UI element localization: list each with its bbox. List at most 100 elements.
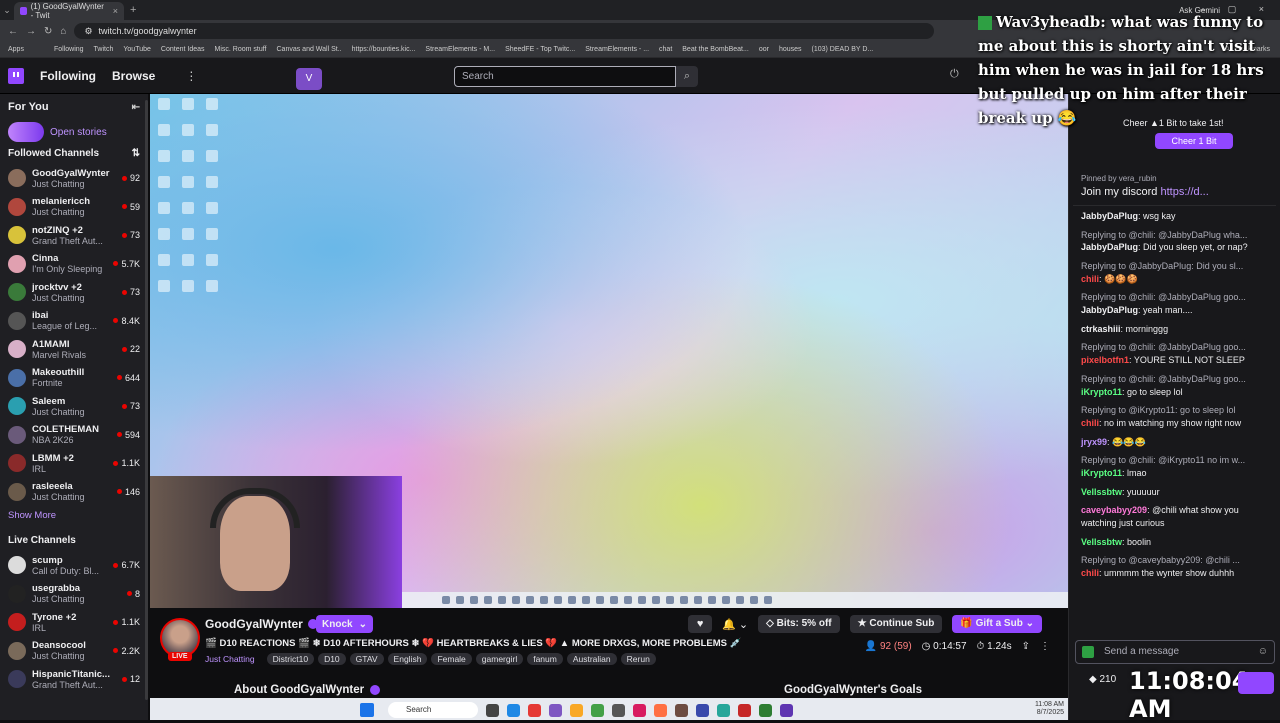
chat-username[interactable]: Vellssbtw — [1081, 537, 1122, 547]
app-icon[interactable] — [633, 703, 646, 717]
browser-tab[interactable]: (1) GoodGyalWynter - Twit × — [14, 2, 124, 20]
address-bar[interactable]: ⚙ twitch.tv/goodgyalwynter — [74, 23, 935, 39]
chat-username[interactable]: JabbyDaPlug — [1081, 242, 1138, 252]
chat-input[interactable]: Send a message ☺ — [1075, 640, 1275, 664]
category-link[interactable]: Just Chatting — [205, 654, 255, 664]
vtuber-badge[interactable]: V — [296, 68, 322, 90]
stream-tag[interactable]: Female — [431, 653, 472, 665]
app-icon[interactable] — [696, 703, 709, 717]
search-icon[interactable]: ⌕ — [676, 66, 698, 87]
site-info-icon[interactable]: ⚙ — [84, 26, 92, 37]
channel-item[interactable]: ibai League of Leg... 8.4K — [0, 307, 148, 336]
pinned-link[interactable]: https://d... — [1160, 186, 1208, 198]
folder-icon[interactable] — [570, 703, 583, 717]
chrome-icon[interactable] — [528, 703, 541, 717]
discord-icon[interactable] — [549, 703, 562, 717]
app-icon[interactable] — [738, 703, 751, 717]
stream-tag[interactable]: gamergirl — [475, 653, 524, 665]
stream-tag[interactable]: D10 — [318, 653, 346, 665]
notification-bell-icon[interactable]: 🔔 ⌄ — [722, 618, 748, 631]
channel-item[interactable]: Saleem Just Chatting 73 — [0, 392, 148, 421]
chat-username[interactable]: pixelbotfn1 — [1081, 355, 1129, 365]
channel-item[interactable]: GoodGyalWynter Just Chatting 92 — [0, 164, 148, 193]
bookmark-item[interactable]: oor — [759, 46, 769, 53]
channel-item[interactable]: Makeouthill Fortnite 644 — [0, 364, 148, 393]
reply-context[interactable]: Replying to @chili: @iKrypto11 no im w..… — [1081, 454, 1272, 467]
stream-tag[interactable]: fanum — [527, 653, 563, 665]
following-link[interactable]: Following — [40, 69, 96, 83]
back-icon[interactable]: ← — [8, 26, 18, 37]
chat-username[interactable]: JabbyDaPlug — [1081, 211, 1138, 221]
chat-username[interactable]: JabbyDaPlug — [1081, 305, 1138, 315]
notification-icon[interactable]: ⏻ — [950, 68, 959, 81]
reply-context[interactable]: Replying to @caveybabyy209: @chili ... — [1081, 554, 1272, 567]
channel-points[interactable]: ◆ 210 — [1089, 674, 1116, 685]
reply-context[interactable]: Replying to @chili: @JabbyDaPlug goo... — [1081, 373, 1272, 386]
bookmark-item[interactable]: Canvas and Wall St.. — [277, 46, 342, 53]
bookmark-item[interactable]: Beat the BombBeat... — [682, 46, 749, 53]
more-options-icon[interactable]: ⋮ — [1040, 641, 1050, 652]
channel-item[interactable]: rasleeela Just Chatting 146 — [0, 478, 148, 507]
channel-item[interactable]: HispanicTitanic... Grand Theft Aut... 12 — [0, 665, 148, 694]
stream-tag[interactable]: Australian — [566, 653, 617, 665]
new-tab-icon[interactable]: + — [130, 4, 136, 16]
channel-item[interactable]: Deansocool Just Chatting 2.2K — [0, 637, 148, 666]
task-view-icon[interactable] — [486, 703, 499, 717]
cheer-button[interactable]: Cheer 1 Bit — [1155, 133, 1233, 149]
collapse-sidebar-icon[interactable]: ⇤ — [132, 102, 140, 113]
bookmark-item[interactable]: Content Ideas — [161, 46, 205, 53]
browse-link[interactable]: Browse — [112, 69, 155, 83]
reload-icon[interactable]: ↻ — [44, 26, 52, 37]
bookmark-item[interactable]: Apps — [8, 46, 24, 53]
chat-username[interactable]: Vellssbtw — [1081, 487, 1122, 497]
bookmark-item[interactable]: SheedFE - Top Twitc... — [505, 46, 575, 53]
chat-username[interactable]: jryx99 — [1081, 437, 1107, 447]
emote-picker-icon[interactable]: ☺ — [1258, 641, 1268, 663]
twitch-logo-icon[interactable] — [8, 67, 24, 84]
chat-username[interactable]: caveybabyy209 — [1081, 505, 1147, 515]
bookmark-item[interactable]: StreamElements - ... — [585, 46, 649, 53]
chat-username[interactable]: iKrypto11 — [1081, 387, 1122, 397]
chat-username[interactable]: chili — [1081, 418, 1099, 428]
channel-item[interactable]: jrocktvv +2 Just Chatting 73 — [0, 278, 148, 307]
streamer-name[interactable]: GoodGyalWynter — [205, 617, 303, 631]
app-icon[interactable] — [591, 703, 604, 717]
windows-start-icon[interactable] — [360, 703, 374, 717]
edge-icon[interactable] — [507, 703, 520, 717]
stream-tag[interactable]: Rerun — [620, 653, 656, 665]
chevron-down-icon[interactable]: ⌄ — [359, 619, 367, 630]
bookmark-item[interactable]: StreamElements - M... — [425, 46, 495, 53]
knock-button[interactable]: Knock ⌄ — [316, 615, 373, 633]
reply-context[interactable]: Replying to @chili: @JabbyDaPlug wha... — [1081, 229, 1272, 242]
video-player[interactable] — [150, 94, 1068, 608]
chat-username[interactable]: ctrkashiii — [1081, 324, 1121, 334]
bookmark-item[interactable]: (103) DEAD BY D... — [812, 46, 874, 53]
channel-item[interactable]: COLETHEMAN NBA 2K26 594 — [0, 421, 148, 450]
forward-icon[interactable]: → — [26, 26, 36, 37]
bookmark-item[interactable]: https://bounties.kic... — [352, 46, 416, 53]
stream-tag[interactable]: District10 — [266, 653, 315, 665]
chat-username[interactable]: iKrypto11 — [1081, 468, 1122, 478]
share-icon[interactable]: ⇪ — [1022, 641, 1030, 652]
stream-tag[interactable]: GTAV — [349, 653, 384, 665]
follow-heart-icon[interactable]: ♥ — [688, 615, 713, 633]
channel-item[interactable]: Tyrone +2 IRL 1.1K — [0, 608, 148, 637]
chat-send-button[interactable] — [1238, 672, 1274, 694]
reply-context[interactable]: Replying to @chili: @JabbyDaPlug goo... — [1081, 341, 1272, 354]
channel-item[interactable]: usegrabba Just Chatting 8 — [0, 580, 148, 609]
more-menu-icon[interactable]: ⋮ — [185, 69, 197, 83]
bookmark-item[interactable]: houses — [779, 46, 802, 53]
bookmark-item[interactable]: YouTube — [123, 46, 151, 53]
close-tab-icon[interactable]: × — [113, 6, 118, 16]
chat-username[interactable]: chili — [1081, 274, 1099, 284]
app-icon[interactable] — [780, 703, 793, 717]
open-stories[interactable]: Open stories — [0, 120, 148, 144]
bookmark-item[interactable]: Misc. Room stuff — [215, 46, 267, 53]
continue-sub-button[interactable]: ★ Continue Sub — [849, 615, 943, 633]
emote-icon[interactable] — [1082, 646, 1094, 658]
app-icon[interactable] — [654, 703, 667, 717]
gift-sub-button[interactable]: 🎁 Gift a Sub ⌄ — [952, 615, 1042, 633]
search-input[interactable]: Search — [454, 66, 676, 87]
reply-context[interactable]: Replying to @JabbyDaPlug: Did you sl... — [1081, 260, 1272, 273]
app-icon[interactable] — [612, 703, 625, 717]
